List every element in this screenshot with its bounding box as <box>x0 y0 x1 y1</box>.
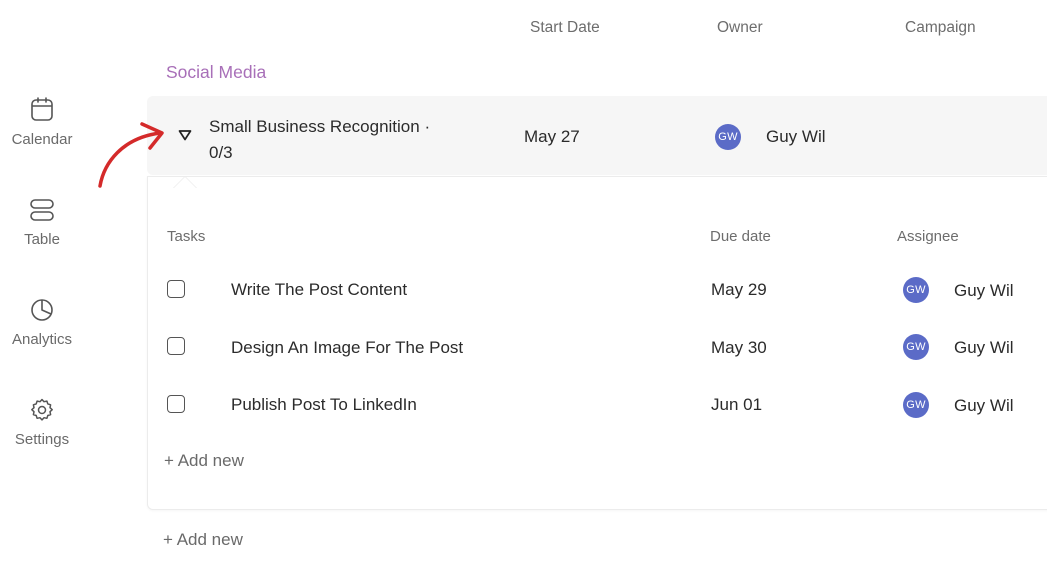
task-checkbox[interactable] <box>167 280 185 298</box>
sidebar-item-settings[interactable]: Settings <box>0 397 84 448</box>
sidebar: Calendar Table Analytics Settings <box>0 0 84 576</box>
sidebar-label-calendar: Calendar <box>11 131 73 148</box>
column-header-campaign[interactable]: Campaign <box>905 19 976 37</box>
column-header-owner[interactable]: Owner <box>717 19 763 37</box>
owner-name[interactable]: Guy Wil <box>766 127 826 147</box>
task-checkbox[interactable] <box>167 337 185 355</box>
task-name[interactable]: Design An Image For The Post <box>231 338 463 358</box>
sidebar-label-settings: Settings <box>14 431 70 448</box>
owner-avatar[interactable]: GW <box>715 124 741 150</box>
assignee-name[interactable]: Guy Wil <box>954 281 1014 301</box>
task-name[interactable]: Write The Post Content <box>231 280 407 300</box>
sidebar-item-analytics[interactable]: Analytics <box>0 297 84 348</box>
annotation-arrow-icon <box>98 122 164 188</box>
task-due-date[interactable]: Jun 01 <box>711 395 762 415</box>
assignee-name[interactable]: Guy Wil <box>954 338 1014 358</box>
assignee-name[interactable]: Guy Wil <box>954 396 1014 416</box>
project-start-date[interactable]: May 27 <box>524 127 580 147</box>
sidebar-label-table: Table <box>24 231 60 248</box>
assignee-avatar[interactable]: GW <box>903 277 929 303</box>
add-subtask-button[interactable]: + Add new <box>164 451 244 471</box>
project-progress: 0/3 <box>209 143 233 162</box>
sidebar-item-table[interactable]: Table <box>0 197 84 248</box>
add-project-button[interactable]: + Add new <box>163 530 243 550</box>
calendar-icon <box>31 97 53 121</box>
assignee-avatar[interactable]: GW <box>903 392 929 418</box>
task-name[interactable]: Publish Post To LinkedIn <box>231 395 417 415</box>
gear-icon <box>31 398 53 421</box>
pie-chart-icon <box>31 299 53 321</box>
task-due-date[interactable]: May 29 <box>711 280 767 300</box>
collapse-triangle-icon[interactable] <box>176 126 194 144</box>
sidebar-label-analytics: Analytics <box>11 331 73 348</box>
column-header-start-date[interactable]: Start Date <box>530 19 600 37</box>
subtask-header-due-date: Due date <box>710 228 771 245</box>
table-icon <box>30 199 54 221</box>
project-name[interactable]: Small Business Recognition · 0/3 <box>209 114 469 166</box>
project-title: Small Business Recognition · <box>209 117 431 136</box>
sidebar-item-calendar[interactable]: Calendar <box>0 97 84 148</box>
task-checkbox[interactable] <box>167 395 185 413</box>
subtask-header-tasks: Tasks <box>167 228 206 245</box>
assignee-avatar[interactable]: GW <box>903 334 929 360</box>
task-due-date[interactable]: May 30 <box>711 338 767 358</box>
subtask-header-assignee: Assignee <box>897 228 959 245</box>
group-title: Social Media <box>166 62 267 82</box>
